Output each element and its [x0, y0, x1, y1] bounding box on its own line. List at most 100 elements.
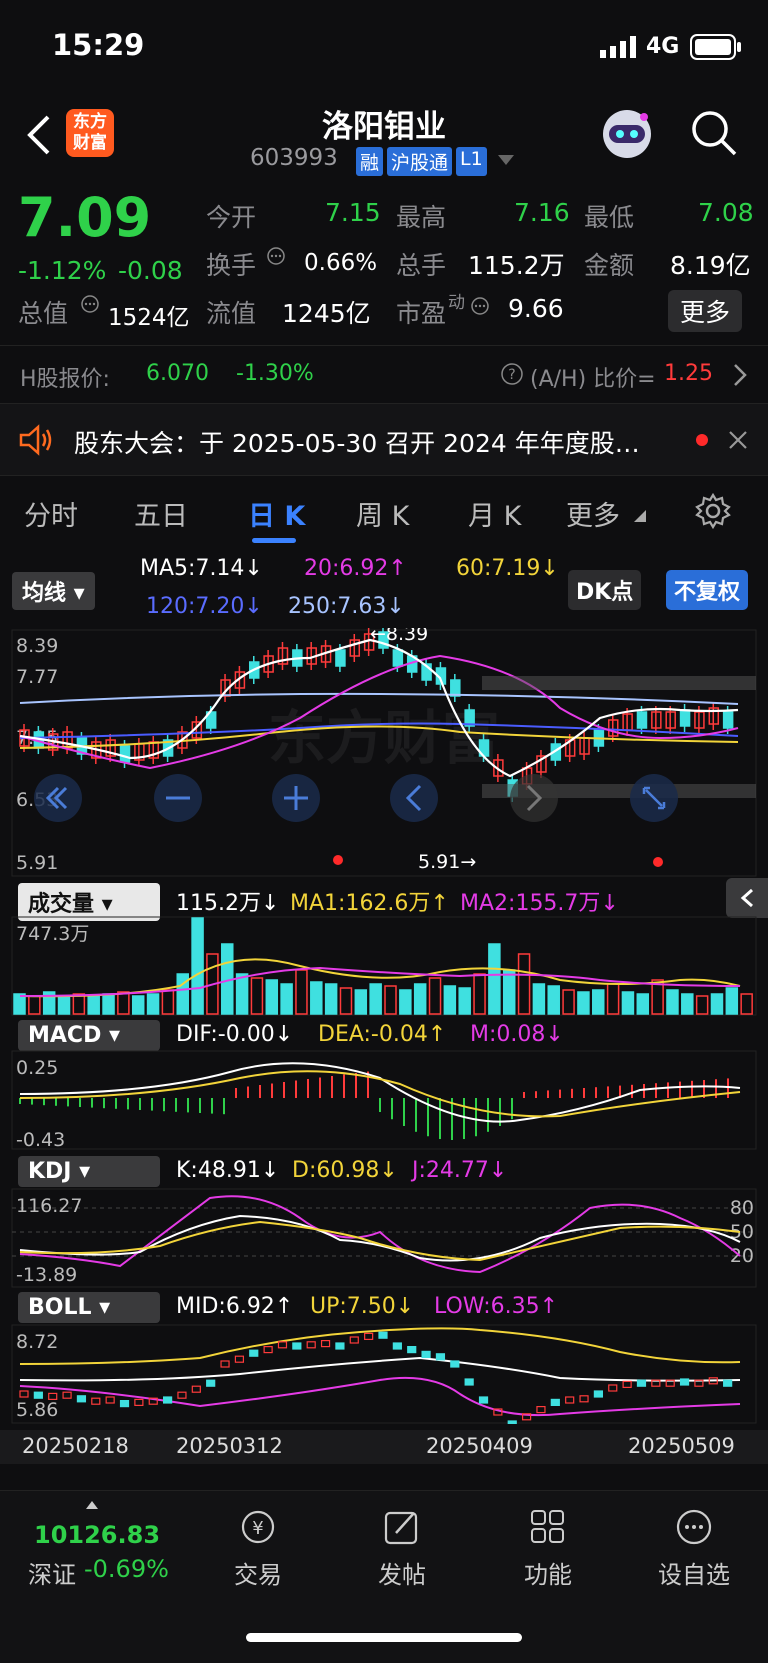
trade-tab[interactable]: 交易 [220, 1555, 296, 1590]
boll-candle [249, 1349, 259, 1357]
ma250-line [19, 692, 739, 705]
search-icon[interactable] [690, 109, 738, 157]
boll-mid: MID:6.92↑ [176, 1294, 294, 1319]
macd-tick: 0.25 [16, 1057, 58, 1079]
boll-mid-value: MID:6.92 [176, 1294, 275, 1319]
close-icon[interactable] [728, 430, 748, 450]
ma5-label: MA5:7.14↓ [140, 556, 263, 581]
price-tick: 7.77 [16, 666, 58, 688]
more-button[interactable]: 更多 [668, 290, 743, 332]
volume-value: 115.2万 [468, 251, 565, 280]
volume-bar [740, 993, 753, 1015]
features-tab[interactable]: 功能 [510, 1555, 586, 1590]
volume-bar [399, 989, 412, 1015]
boll-candle [636, 1379, 647, 1387]
volume-bar [265, 979, 279, 1015]
index-value[interactable]: 10126.83 [34, 1521, 160, 1549]
boll-candle [723, 1379, 733, 1387]
boll-candle [119, 1399, 130, 1408]
range-overlay [482, 676, 756, 690]
macd-chart[interactable]: 0.25 -0.43 [0, 1050, 768, 1150]
stock-code: 603993 [250, 145, 338, 171]
quote-panel: 7.09 -1.12% -0.08 今开 7.15 最高 7.16 最低 7.0… [0, 180, 768, 346]
tab-intraday[interactable]: 分时 [24, 494, 78, 533]
candle [450, 679, 461, 697]
info-icon[interactable] [470, 296, 490, 316]
boll-candle [679, 1378, 690, 1386]
unread-dot [696, 434, 708, 446]
boll-candle [234, 1355, 244, 1363]
amount-value: 8.19亿 [670, 251, 751, 280]
kdj-j-value: J:24.77 [412, 1158, 489, 1183]
boll-selector[interactable]: BOLL ▾ [18, 1292, 160, 1323]
kline-chart[interactable]: 东方财富 8.39 7.77 7.15 6.53 5.91 ←8.39 5.91… [0, 628, 768, 878]
info-icon[interactable] [80, 294, 100, 314]
status-bar: 15:29 4G [0, 0, 768, 95]
boll-candle [19, 1390, 29, 1398]
adjust-button[interactable]: 不复权 [666, 570, 749, 610]
chevron-down-icon[interactable] [498, 155, 514, 165]
volume-bar [280, 983, 293, 1015]
boll-candle [220, 1360, 230, 1368]
signal-icon [600, 36, 636, 58]
chevron-right-icon[interactable] [732, 363, 748, 387]
volume-current-value: 115.2万 [176, 891, 261, 916]
date-label: 20250218 [22, 1434, 129, 1458]
kdj-selector-label: KDJ [28, 1159, 72, 1184]
features-icon[interactable] [528, 1507, 568, 1547]
info-icon[interactable] [266, 246, 286, 266]
volume-bar [191, 917, 204, 1015]
robot-icon[interactable] [600, 107, 654, 161]
volume-chart[interactable]: 747.3万 [0, 916, 768, 1016]
index-name[interactable]: 深证 [28, 1555, 76, 1590]
tab-daily-k[interactable]: 日 K [248, 494, 305, 533]
boll-candle [91, 1397, 101, 1405]
pe-superscript: 动 [448, 293, 465, 313]
macd-selector[interactable]: MACD ▾ [18, 1020, 160, 1051]
step-left-button[interactable] [390, 774, 438, 822]
volume-bar [547, 985, 560, 1015]
tab-weekly-k[interactable]: 周 K [356, 494, 409, 533]
low-value: 7.08 [698, 198, 754, 227]
tab-more[interactable]: 更多 [566, 494, 620, 533]
float-label: 流值 [206, 299, 257, 328]
turnover-label: 换手 [206, 251, 257, 280]
post-tab[interactable]: 发帖 [364, 1555, 440, 1590]
question-icon[interactable]: ? [500, 362, 524, 386]
trade-icon[interactable]: ¥ [236, 1507, 280, 1547]
dk-point-button[interactable]: DK点 [568, 570, 642, 610]
h-share-price: 6.070 [146, 361, 209, 386]
volume-bar [310, 981, 323, 1015]
index-change[interactable]: -0.69% [84, 1555, 169, 1583]
kdj-chart[interactable]: 116.27 -13.89 80 50 20 [0, 1188, 768, 1288]
boll-candle [435, 1353, 446, 1361]
macd-dif-value: DIF:-0.00 [176, 1022, 275, 1047]
post-icon[interactable] [382, 1507, 422, 1547]
notice-text[interactable]: 股东大会：于 2025-05-30 召开 2024 年年度股… [74, 424, 640, 460]
boll-chart[interactable]: 8.72 5.86 [0, 1324, 768, 1424]
boll-candle [550, 1398, 560, 1407]
tab-five-day[interactable]: 五日 [134, 494, 188, 533]
boll-candle [76, 1395, 87, 1403]
watchlist-tab[interactable]: 设自选 [652, 1555, 736, 1590]
pe-label: 市盈 [396, 299, 447, 328]
kdj-selector[interactable]: KDJ ▾ [18, 1156, 160, 1187]
side-panel-toggle[interactable] [726, 878, 768, 918]
ma-selector[interactable]: 均线 ▾ [12, 572, 95, 610]
notice-bar[interactable]: 股东大会：于 2025-05-30 召开 2024 年年度股… [0, 404, 768, 476]
volume-bar [369, 983, 382, 1015]
volume-bar [161, 989, 175, 1015]
boll-candle [335, 1342, 345, 1350]
h-share-row[interactable]: H股报价: 6.070 -1.30% ? (A/H) 比价= 1.25 [0, 346, 768, 404]
volume-bar [131, 995, 145, 1015]
step-right-button[interactable] [510, 774, 558, 822]
tab-monthly-k[interactable]: 月 K [468, 494, 521, 533]
price-tick: 5.91 [16, 852, 58, 874]
boll-candle [364, 1332, 374, 1340]
gear-icon[interactable] [694, 492, 732, 530]
volume-bar [458, 987, 471, 1015]
macd-m: M:0.08↓ [470, 1022, 564, 1047]
watchlist-icon[interactable] [674, 1507, 714, 1547]
volume-selector-label: 成交量 [28, 892, 95, 917]
boll-candle [378, 1331, 388, 1339]
